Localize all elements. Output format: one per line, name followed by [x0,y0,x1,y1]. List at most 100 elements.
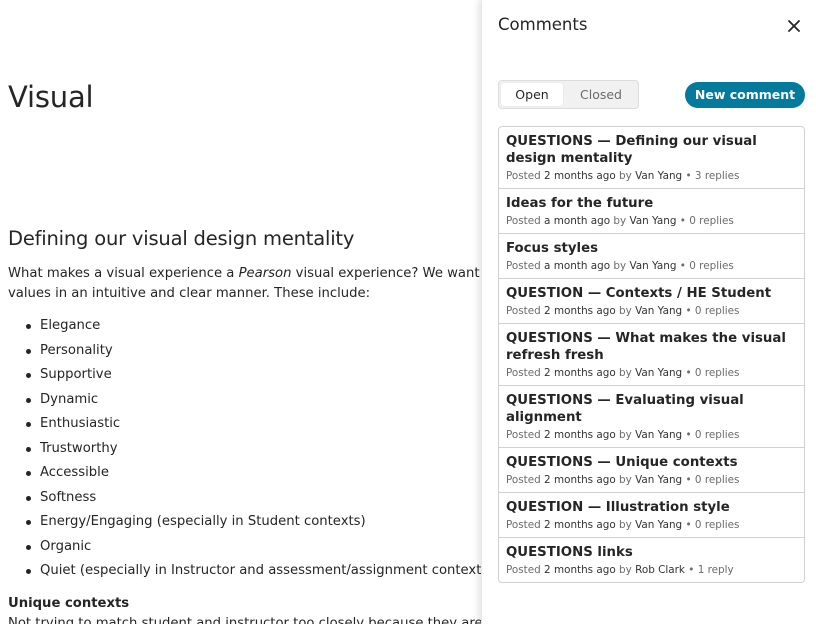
close-icon [788,20,800,32]
meta-when: 2 months ago [544,519,616,531]
intro-line-1: What makes a visual experience a Pearson… [8,264,490,284]
meta-replies: 1 reply [697,564,734,576]
comment-item[interactable]: Focus styles Posted a month ago by Van Ya… [499,233,804,278]
comment-item[interactable]: QUESTION — Illustration style Posted 2 mo… [499,492,804,537]
meta-posted-label: Posted [506,170,541,182]
values-item-text: Elegance [40,318,101,333]
meta-when: 2 months ago [544,170,616,182]
meta-by-label: by [619,305,632,317]
meta-by-label: by [619,519,632,531]
comment-title: QUESTIONS — Evaluating visual alignment [506,393,744,425]
meta-posted-label: Posted [506,519,541,531]
comment-meta: Posted 2 months ago by Van Yang • 3 repl… [506,168,797,184]
meta-author: Van Yang [635,429,683,441]
meta-by-label: by [619,429,632,441]
meta-replies: 0 replies [694,429,740,441]
bullet-icon [26,520,31,525]
meta-posted-label: Posted [506,305,541,317]
comment-meta: Posted 2 months ago by Van Yang • 0 repl… [506,303,797,319]
meta-posted-label: Posted [506,429,541,441]
comment-title: QUESTIONS links [506,545,633,560]
panel-title: Comments [498,15,588,34]
meta-posted-label: Posted [506,367,541,379]
comment-title: QUESTIONS — Unique contexts [506,455,738,470]
intro-text: visual experience? We want our pag [295,266,490,281]
meta-when: a month ago [544,260,611,272]
bullet-icon [26,324,31,329]
values-list-item: Trustworthy [8,439,490,464]
values-item-text: Quiet (especially in Instructor and asse… [40,563,490,578]
open-closed-filter: Open Closed [498,80,639,109]
meta-author: Van Yang [629,215,677,227]
comment-item[interactable]: QUESTIONS — Unique contexts Posted 2 mont… [499,447,804,492]
page-title: Visual [8,80,94,114]
cut-off-paragraph: Not trying to match student and instruct… [8,616,490,624]
meta-when: 2 months ago [544,564,616,576]
meta-replies: 3 replies [694,170,740,182]
comment-item[interactable]: QUESTIONS — Evaluating visual alignment P… [499,385,804,447]
values-list-item: Dynamic [8,390,490,415]
intro-text: What makes a visual experience a [8,266,239,281]
new-comment-button[interactable]: New comment [685,82,805,108]
intro-paragraph: What makes a visual experience a Pearson… [8,264,490,304]
bullet-icon [26,495,31,501]
filter-open-tab[interactable]: Open [501,83,563,106]
meta-replies: 0 replies [694,305,740,317]
filter-closed-tab[interactable]: Closed [567,83,635,106]
meta-when: 2 months ago [544,429,616,441]
meta-author: Van Yang [635,519,683,531]
meta-posted-label: Posted [506,564,541,576]
comment-meta: Posted 2 months ago by Rob Clark • 1 rep… [506,562,797,578]
meta-author: Van Yang [635,305,683,317]
meta-replies: 0 replies [694,474,740,486]
meta-replies: 0 replies [689,260,734,272]
values-list-item: Supportive [8,365,490,390]
values-item-text: Softness [40,489,97,505]
comment-item[interactable]: Ideas for the future Posted a month ago b… [499,188,804,233]
bullet-icon [26,471,31,476]
intro-line-2: values in an intuitive and clear manner.… [8,286,371,301]
meta-separator: • [685,429,692,441]
bullet-icon [26,397,31,403]
bullet-icon [26,569,31,574]
meta-by-label: by [619,170,632,182]
comment-meta: Posted 2 months ago by Van Yang • 0 repl… [506,427,797,443]
meta-separator: • [685,170,692,182]
meta-replies: 0 replies [694,367,740,379]
meta-posted-label: Posted [506,215,541,227]
values-list-item: Energy/Engaging (especially in Student c… [8,512,490,537]
values-list-item: Enthusiastic [8,414,490,439]
comment-title: QUESTION — Contexts / HE Student [506,286,772,301]
meta-author: Rob Clark [635,564,685,576]
meta-by-label: by [613,260,627,272]
comments-panel: Comments Open Closed New comment QUESTIO… [481,0,816,624]
meta-author: Van Yang [635,474,683,486]
meta-when: a month ago [544,215,611,227]
values-list-item: Personality [8,341,490,366]
values-list: Elegance Personality Supportive Dynamic Enth… [8,316,490,586]
values-list-item: Organic [8,537,490,562]
meta-by-label: by [619,474,632,486]
comment-meta: Posted 2 months ago by Van Yang • 0 repl… [506,517,797,533]
meta-separator: • [685,305,692,317]
intro-emphasis: Pearson [238,266,292,281]
meta-by-label: by [619,367,632,379]
close-button[interactable] [785,17,803,35]
values-list-item: Softness [8,488,490,513]
meta-author: Van Yang [635,367,683,379]
values-item-text: Energy/Engaging (especially in Student c… [40,514,366,529]
values-item-text: Trustworthy [40,440,118,456]
comment-title: QUESTIONS — What makes the visual refres… [506,331,786,363]
comment-item[interactable]: QUESTION — Contexts / HE Student Posted 2… [499,278,804,323]
comment-item[interactable]: QUESTIONS — Defining our visual design m… [499,127,804,188]
comment-item[interactable]: QUESTIONS — What makes the visual refres… [499,323,804,385]
comment-meta: Posted a month ago by Van Yang • 0 repli… [506,213,797,229]
meta-replies: 0 replies [694,519,740,531]
meta-by-label: by [613,215,627,227]
meta-posted-label: Posted [506,474,541,486]
document-content: Visual Defining our visual design mental… [0,0,490,624]
comment-item[interactable]: QUESTIONS links Posted 2 months ago by Ro… [499,537,804,582]
values-item-text: Organic [40,538,92,554]
comment-meta: Posted a month ago by Van Yang • 0 repli… [506,258,797,274]
comment-title: Focus styles [506,241,599,256]
